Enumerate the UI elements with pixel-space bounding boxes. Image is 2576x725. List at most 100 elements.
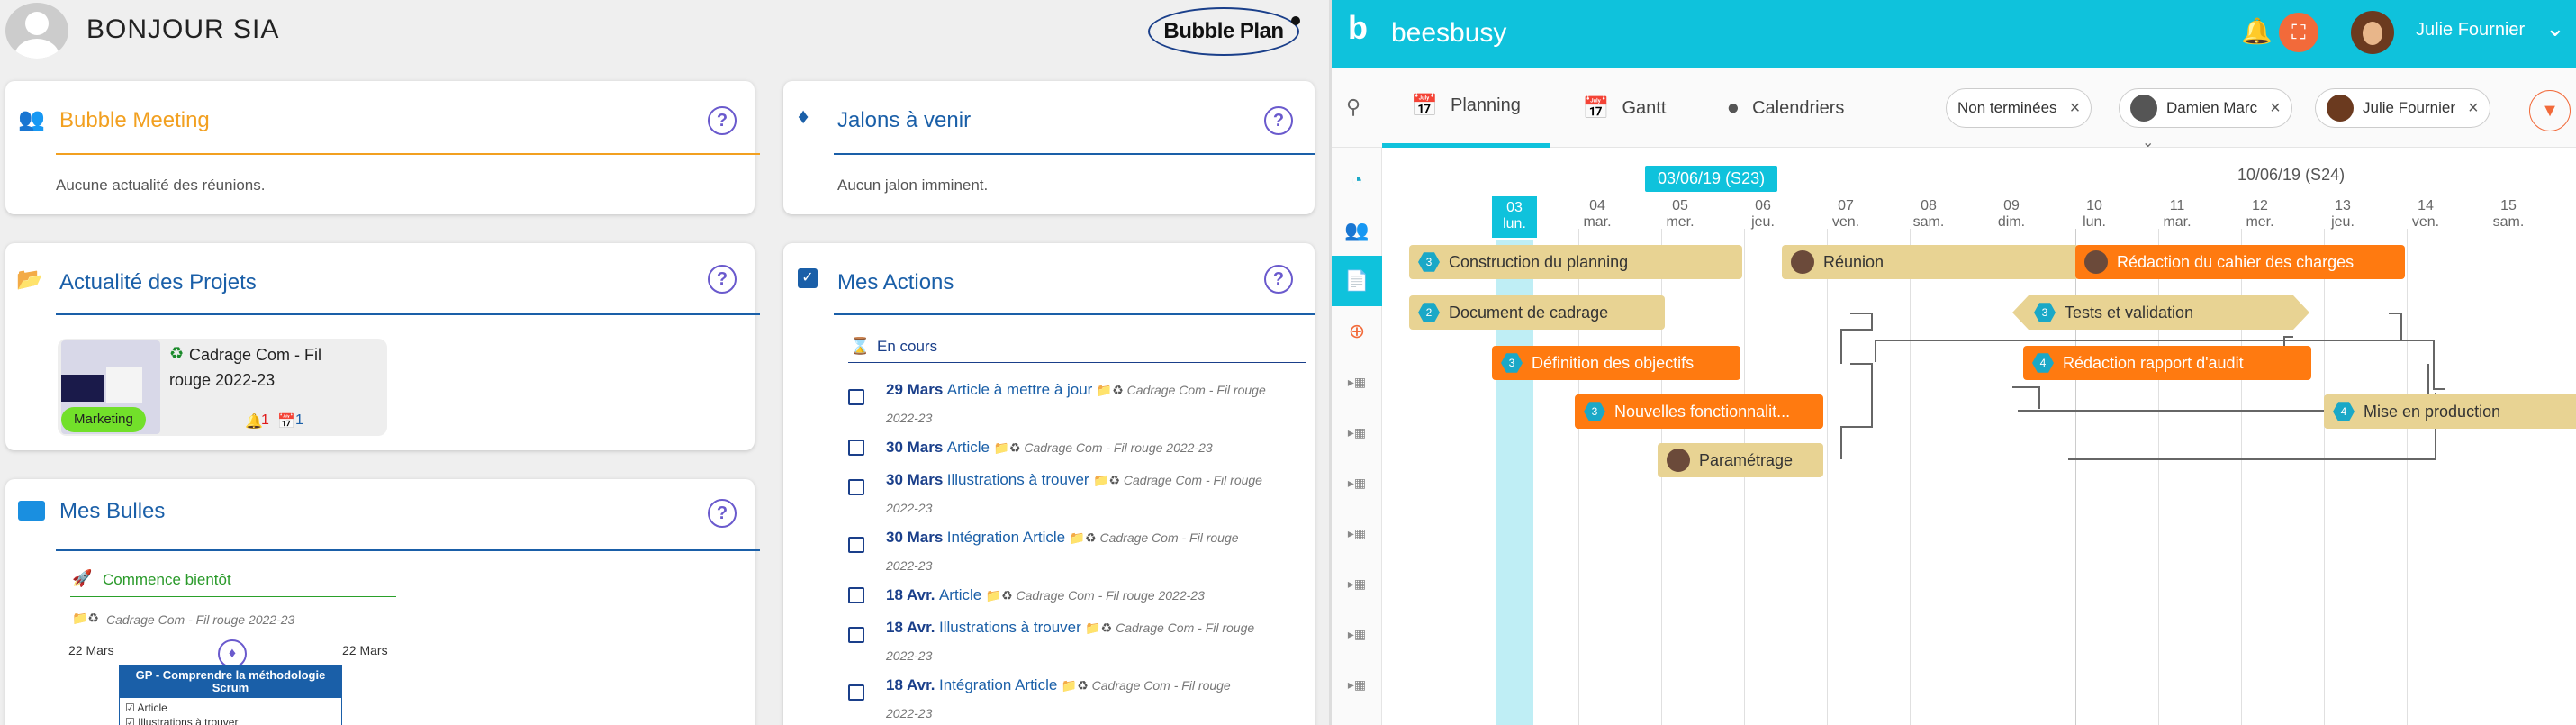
beesbusy-app: b beesbusy 🔔 ⛶ Julie Fournier ⌄ ⚲ 📅 Plann… <box>1329 0 2576 725</box>
people-icon: 👥 <box>18 107 45 131</box>
meeting-card: 👥 Bubble Meeting ? Aucune actualité des … <box>5 81 760 214</box>
bubble-task: ☑ Article <box>125 702 167 714</box>
action-checkbox[interactable] <box>848 684 864 701</box>
add-icon[interactable]: ⊕ <box>1332 306 1382 357</box>
badge: 3 <box>1584 402 1605 421</box>
badge: 4 <box>2032 353 2054 373</box>
folder-icon: 📁♻ <box>985 588 1013 603</box>
task-bar[interactable]: 3 Construction du planning <box>1409 245 1742 279</box>
help-icon[interactable]: ? <box>708 265 737 294</box>
task-bar[interactable]: 3 Tests et validation <box>2012 295 2309 330</box>
projects-title: Actualité des Projets <box>59 270 257 295</box>
action-project-cont: 2022-23 <box>886 501 933 515</box>
user-avatar[interactable] <box>5 3 68 59</box>
chevron-down-icon[interactable]: ⌄ <box>2545 14 2565 42</box>
project-folder-icon[interactable]: ▸▦ <box>1332 566 1382 602</box>
action-text[interactable]: Illustrations à trouver <box>947 471 1089 488</box>
tab-gantt[interactable]: 📅 Gantt <box>1555 68 1694 148</box>
pie-chart-icon[interactable]: ◔ <box>1332 155 1382 205</box>
task-bar[interactable]: 3 Nouvelles fonctionnalit... <box>1575 394 1823 429</box>
action-checkbox[interactable] <box>848 587 864 603</box>
folder-icon: 📁♻ <box>993 440 1021 455</box>
dependency-links <box>1840 313 2445 460</box>
task-bar[interactable]: Paramétrage <box>1658 443 1823 477</box>
bell-icon[interactable]: 🔔 <box>2241 16 2273 46</box>
task-bar[interactable]: 4 Mise en production <box>2324 394 2576 429</box>
bubble-card[interactable]: GP - Comprendre la méthodologie Scrum ☑ … <box>119 665 342 725</box>
action-text[interactable]: Article <box>947 439 990 456</box>
avatar <box>1667 449 1690 472</box>
action-text[interactable]: Article <box>939 586 981 603</box>
help-icon[interactable]: ? <box>1264 106 1293 135</box>
folder-icon: 📁♻ <box>1069 530 1097 545</box>
action-project: Cadrage Com - Fil rouge <box>1099 530 1239 545</box>
help-icon[interactable]: ? <box>1264 265 1293 294</box>
action-text[interactable]: Intégration Article <box>939 676 1057 693</box>
action-checkbox[interactable] <box>848 537 864 553</box>
task-bar[interactable]: 2 Document de cadrage <box>1409 295 1665 330</box>
badge: 3 <box>1418 252 1440 272</box>
document-icon[interactable]: 📄 <box>1332 256 1382 306</box>
project-folder-icon[interactable]: ▸▦ <box>1332 414 1382 450</box>
divider <box>834 153 1315 155</box>
help-icon[interactable]: ? <box>708 499 737 528</box>
folder-icon: 📁♻ <box>1061 678 1089 693</box>
actions-card: ✓ Mes Actions ? ⌛ En cours 29 Mars Artic… <box>783 243 1315 725</box>
avatar <box>2084 250 2108 274</box>
user-avatar[interactable] <box>2351 11 2394 54</box>
tab-calendriers[interactable]: ● Calendriers <box>1695 68 1876 148</box>
project-folder-icon[interactable]: ▸▦ <box>1332 364 1382 400</box>
search-icon[interactable]: ⚲ <box>1346 95 1360 119</box>
close-icon[interactable]: × <box>2468 98 2479 119</box>
project-recycle-icon: ♻ <box>169 344 185 362</box>
beesbusy-logo-icon[interactable]: b <box>1348 9 1368 47</box>
project-folder-icon[interactable]: ▸▦ <box>1332 515 1382 551</box>
bubble-start-date: 22 Mars <box>68 643 114 657</box>
folder-icon: 📁♻ <box>1093 473 1121 487</box>
bulles-card: Mes Bulles ? 🚀 Commence bientôt 📁♻ Cadra… <box>5 479 760 725</box>
filter-chip-status[interactable]: Non terminées × <box>1946 88 2092 128</box>
project-folder-icon[interactable]: ▸▦ <box>1332 666 1382 702</box>
action-checkbox[interactable] <box>848 440 864 456</box>
action-checkbox[interactable] <box>848 389 864 405</box>
task-bar[interactable]: Réunion <box>1782 245 2079 279</box>
section-divider <box>848 362 1306 363</box>
project-folder-icon[interactable]: ▸▦ <box>1332 616 1382 652</box>
actions-section: En cours <box>877 338 938 355</box>
bubble-plan-logo[interactable]: Bubble Plan <box>1148 7 1299 56</box>
close-icon[interactable]: × <box>2070 98 2081 119</box>
filter-chip-user[interactable]: Julie Fournier × <box>2315 88 2490 128</box>
action-project: Cadrage Com - Fil rouge <box>1126 383 1266 397</box>
tab-planning[interactable]: 📅 Planning <box>1382 68 1550 148</box>
project-tag: Marketing <box>61 407 146 432</box>
action-text[interactable]: Article à mettre à jour <box>947 381 1093 398</box>
task-bar[interactable]: 4 Rédaction rapport d'audit <box>2023 346 2311 380</box>
planning-board: 03/06/19 (S23) 10/06/19 (S24) 03 lun. 04 m… <box>1382 148 2576 725</box>
action-project-cont: 2022-23 <box>886 411 933 425</box>
action-project: Cadrage Com - Fil rouge <box>1091 678 1231 693</box>
task-bar[interactable]: Rédaction du cahier des charges <box>2075 245 2405 279</box>
checkbox-checked-icon: ✓ <box>798 268 818 288</box>
action-text[interactable]: Illustrations à trouver <box>939 619 1081 636</box>
bulles-title: Mes Bulles <box>59 499 166 523</box>
action-checkbox[interactable] <box>848 479 864 495</box>
filter-chip-user[interactable]: Damien Marc × <box>2119 88 2292 128</box>
app-name[interactable]: beesbusy <box>1391 18 1506 49</box>
project-folder-icon[interactable]: ▸▦ <box>1332 465 1382 501</box>
help-icon[interactable]: ? <box>708 106 737 135</box>
action-date: 18 Avr. <box>886 619 935 636</box>
filter-icon[interactable]: ▼ <box>2529 90 2571 131</box>
task-bar[interactable]: 3 Définition des objectifs <box>1492 346 1740 380</box>
folder-open-icon: 📂 <box>16 267 43 292</box>
action-project-cont: 2022-23 <box>886 706 933 720</box>
meeting-empty: Aucune actualité des réunions. <box>56 177 266 194</box>
user-name[interactable]: Julie Fournier <box>2416 20 2525 41</box>
people-icon[interactable]: 👥 <box>1332 205 1382 256</box>
project-tile[interactable]: ♻ Cadrage Com - Fil rouge 2022-23 Market… <box>58 339 387 436</box>
action-checkbox[interactable] <box>848 627 864 643</box>
action-text[interactable]: Intégration Article <box>947 529 1065 546</box>
fullscreen-icon[interactable]: ⛶ <box>2279 13 2318 52</box>
action-project: Cadrage Com - Fil rouge <box>1123 473 1262 487</box>
action-date: 18 Avr. <box>886 586 935 603</box>
close-icon[interactable]: × <box>2270 98 2281 119</box>
